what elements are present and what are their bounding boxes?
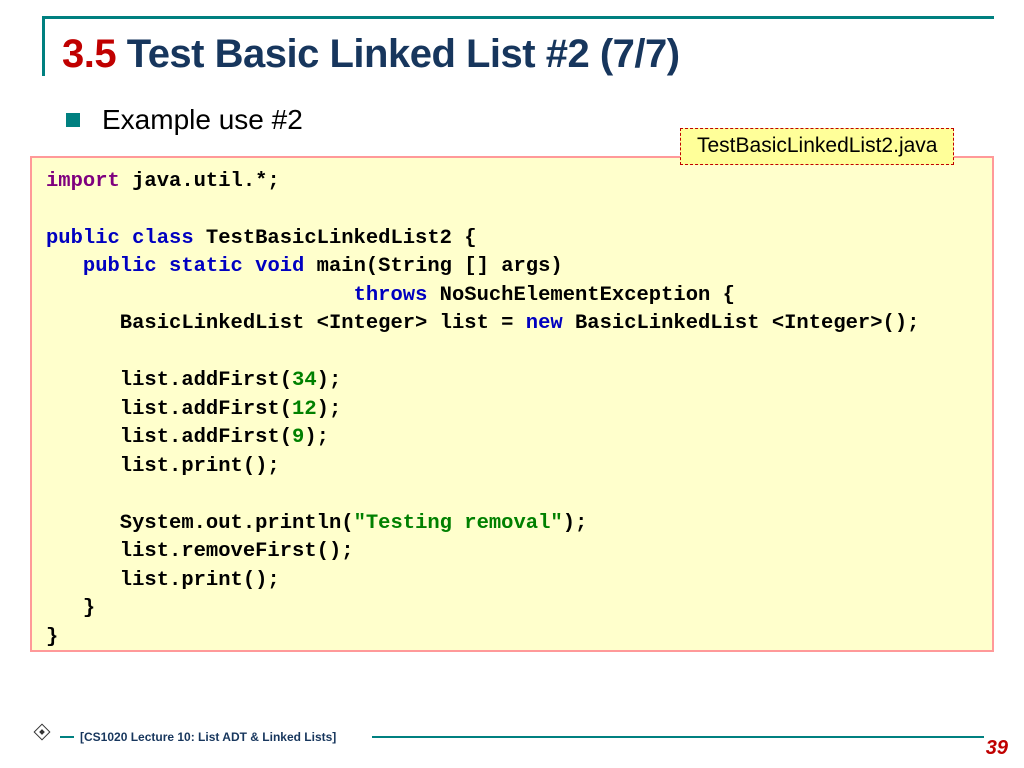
code-text: } xyxy=(46,597,95,620)
string-literal: "Testing removal" xyxy=(354,512,563,535)
code-text: list.addFirst( xyxy=(46,426,292,449)
top-rule xyxy=(42,16,994,19)
footer-rule-right xyxy=(372,736,984,738)
code-text: ); xyxy=(304,426,329,449)
code-text: list.removeFirst(); xyxy=(46,540,354,563)
footer-rule-left xyxy=(60,736,74,738)
code-box: import java.util.*; public class TestBas… xyxy=(30,156,994,652)
code-pad xyxy=(46,284,354,307)
kw-class: class xyxy=(120,227,194,250)
code-text: ); xyxy=(563,512,588,535)
code-text: BasicLinkedList <Integer> list = xyxy=(46,312,526,335)
num-literal: 9 xyxy=(292,426,304,449)
section-text: Test Basic Linked List #2 (7/7) xyxy=(116,32,679,76)
kw-static: static xyxy=(157,255,243,278)
footer-label: [CS1020 Lecture 10: List ADT & Linked Li… xyxy=(80,730,336,744)
code-text: list.addFirst( xyxy=(46,369,292,392)
code-text: System.out.println( xyxy=(46,512,354,535)
kw-public: public xyxy=(46,227,120,250)
code-text: ); xyxy=(317,369,342,392)
bullet-icon xyxy=(66,113,80,127)
code-text: list.addFirst( xyxy=(46,398,292,421)
footer: [CS1020 Lecture 10: List ADT & Linked Li… xyxy=(0,720,1024,744)
kw-import: import xyxy=(46,170,120,193)
kw-throws: throws xyxy=(354,284,428,307)
num-literal: 12 xyxy=(292,398,317,421)
section-number: 3.5 xyxy=(62,32,116,76)
code-text: TestBasicLinkedList2 { xyxy=(194,227,477,250)
filename-tag: TestBasicLinkedList2.java xyxy=(680,128,954,165)
code-text: BasicLinkedList <Integer>(); xyxy=(563,312,920,335)
code-text: ); xyxy=(317,398,342,421)
num-literal: 34 xyxy=(292,369,317,392)
kw-public: public xyxy=(83,255,157,278)
code-text: list.print(); xyxy=(46,455,280,478)
code-text: main(String [] args) xyxy=(304,255,562,278)
page-number: 39 xyxy=(986,737,1008,760)
code-text: list.print(); xyxy=(46,569,280,592)
code-text: java.util.*; xyxy=(120,170,280,193)
kw-new: new xyxy=(526,312,563,335)
bullet-text: Example use #2 xyxy=(102,104,303,136)
diamond-icon xyxy=(34,724,51,741)
kw-void: void xyxy=(243,255,305,278)
code-text: } xyxy=(46,626,58,649)
slide-title: 3.5 Test Basic Linked List #2 (7/7) xyxy=(62,32,680,77)
bullet-row: Example use #2 xyxy=(66,104,303,136)
left-rule xyxy=(42,16,45,76)
code-text: NoSuchElementException { xyxy=(427,284,735,307)
code-pad xyxy=(46,255,83,278)
